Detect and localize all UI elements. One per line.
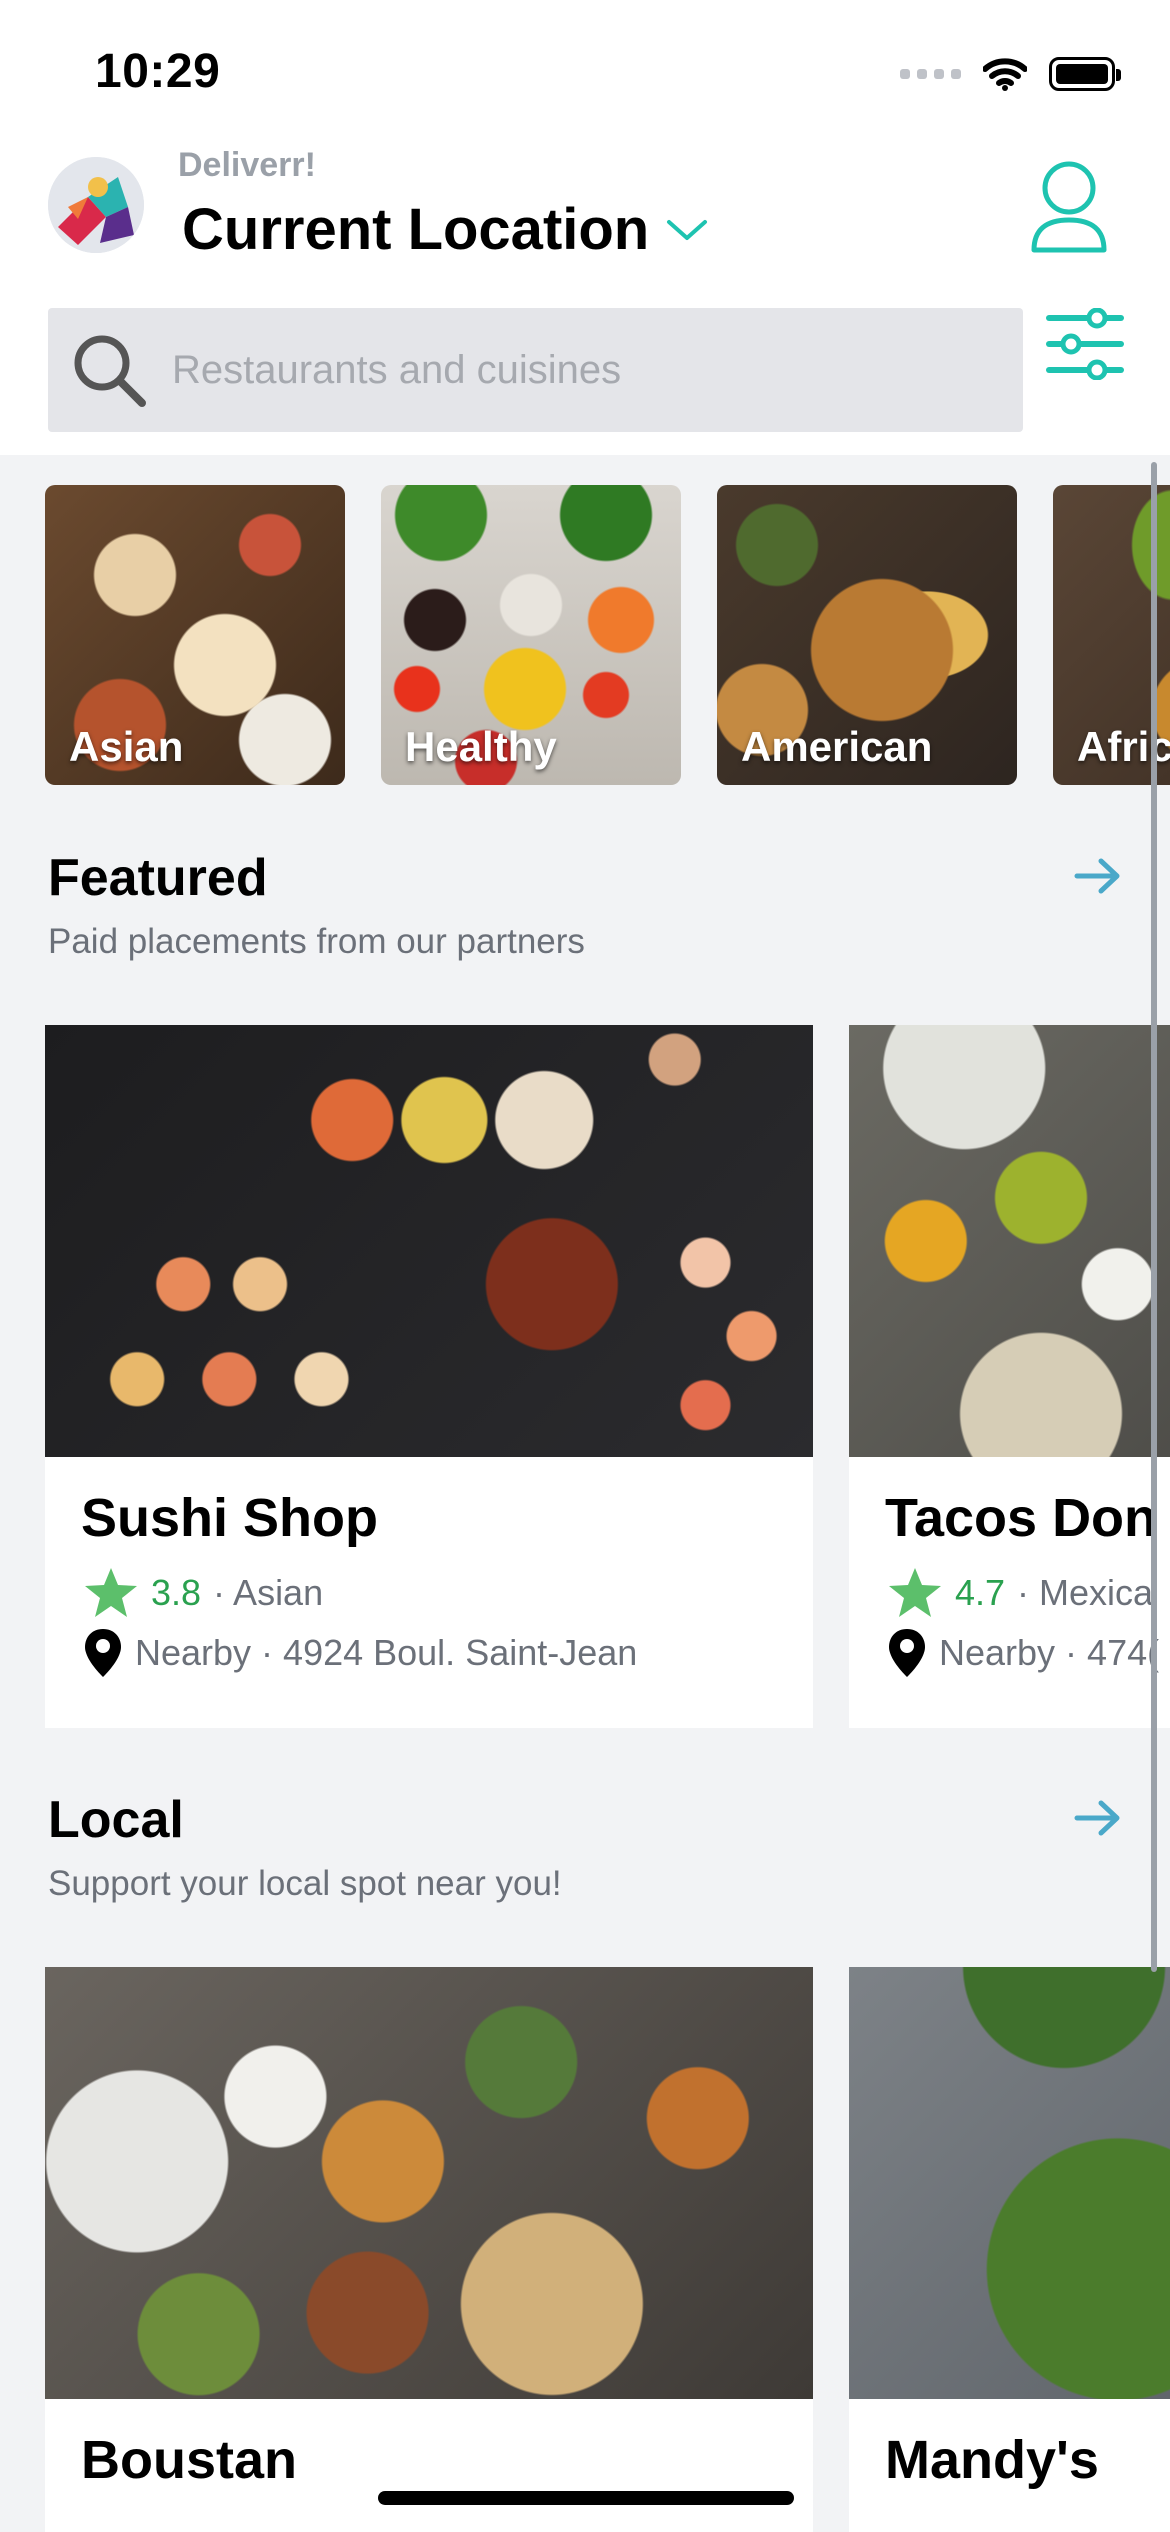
restaurant-card[interactable]: Boustan — [45, 1967, 813, 2532]
restaurant-photo — [849, 1967, 1170, 2399]
featured-title: Featured — [48, 849, 268, 907]
restaurant-location: Nearby · 4924 Boul. Saint-Jean — [83, 1625, 637, 1681]
location-pin-icon — [889, 1629, 925, 1677]
category-label: American — [741, 723, 933, 770]
local-arrow-icon[interactable] — [1073, 1798, 1123, 1838]
restaurant-photo — [45, 1025, 813, 1457]
restaurant-card[interactable]: Sushi Shop 3.8 · Asian Nearby · 4924 Bou… — [45, 1025, 813, 1728]
restaurant-rating: 3.8 · Asian — [83, 1563, 323, 1623]
status-icons — [900, 50, 1121, 98]
restaurant-card[interactable]: Mandy's — [849, 1967, 1170, 2532]
restaurant-name: Sushi Shop — [81, 1488, 378, 1548]
category-asian[interactable]: Asian — [45, 485, 345, 785]
location-pin-icon — [85, 1629, 121, 1677]
featured-subtitle: Paid placements from our partners — [48, 922, 585, 961]
battery-icon — [1049, 57, 1121, 91]
restaurant-rating: 4.7 · Mexica — [887, 1563, 1153, 1623]
featured-arrow-icon[interactable] — [1073, 856, 1123, 896]
restaurant-photo — [849, 1025, 1170, 1457]
restaurant-location: Nearby · 474( — [887, 1625, 1159, 1681]
app-name: Deliverr! — [178, 146, 316, 184]
category-healthy[interactable]: Healthy — [381, 485, 681, 785]
restaurant-name: Boustan — [81, 2430, 297, 2490]
header-area: 10:29 Deliverr! Current Location — [0, 0, 1170, 455]
location-selector[interactable]: Current Location — [182, 196, 709, 263]
cuisine-label: · Mexica — [1017, 1572, 1154, 1613]
cuisine-label: · Asian — [213, 1572, 324, 1613]
category-label: Asian — [69, 723, 184, 770]
star-icon — [85, 1568, 137, 1617]
rating-score: 4.7 — [955, 1572, 1006, 1613]
status-time: 10:29 — [95, 45, 221, 98]
filter-icon[interactable] — [1045, 308, 1125, 380]
local-title: Local — [48, 1791, 184, 1849]
restaurant-name: Mandy's — [885, 2430, 1099, 2490]
restaurant-photo — [45, 1967, 813, 2399]
profile-icon[interactable] — [1030, 158, 1108, 256]
restaurant-name: Tacos Don I — [885, 1488, 1170, 1548]
restaurant-card[interactable]: Tacos Don I 4.7 · Mexica Nearby · 474( — [849, 1025, 1170, 1728]
cellular-signal-icon — [900, 69, 961, 79]
chevron-down-icon — [667, 219, 708, 240]
star-icon — [889, 1568, 941, 1617]
category-label: Healthy — [405, 723, 557, 770]
search-icon — [74, 335, 146, 407]
category-carousel[interactable]: Asian Healthy American Afric — [45, 485, 1170, 785]
location-text: Nearby · 474( — [939, 1632, 1160, 1673]
location-text: Nearby · 4924 Boul. Saint-Jean — [135, 1632, 638, 1673]
app-logo — [48, 157, 144, 253]
search-bar[interactable] — [48, 308, 1023, 432]
location-label: Current Location — [182, 197, 650, 262]
rating-score: 3.8 — [151, 1572, 202, 1613]
scrollbar[interactable] — [1151, 462, 1157, 1972]
wifi-icon — [983, 58, 1027, 91]
search-input[interactable] — [172, 347, 992, 393]
local-subtitle: Support your local spot near you! — [48, 1864, 562, 1903]
home-indicator[interactable] — [378, 2491, 794, 2505]
category-american[interactable]: American — [717, 485, 1017, 785]
